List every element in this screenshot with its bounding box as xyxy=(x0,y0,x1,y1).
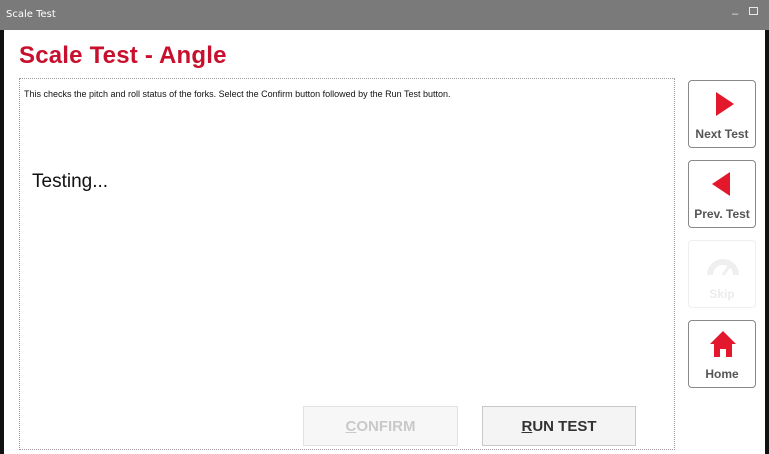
confirm-button[interactable]: CONFIRM xyxy=(303,406,458,446)
window-frame-left xyxy=(0,30,4,454)
window-frame-right xyxy=(765,30,769,454)
skip-button[interactable]: Skip xyxy=(688,240,756,308)
page-title: Scale Test - Angle xyxy=(19,42,227,69)
prev-test-button[interactable]: Prev. Test xyxy=(688,160,756,228)
prev-test-label: Prev. Test xyxy=(694,207,750,221)
window-title: Scale Test xyxy=(6,9,56,20)
status-text: Testing... xyxy=(32,171,109,192)
play-left-icon xyxy=(689,169,757,199)
gauge-icon xyxy=(689,249,757,279)
minimize-button[interactable]: – xyxy=(732,8,738,20)
home-icon xyxy=(689,329,757,359)
maximize-button[interactable] xyxy=(749,7,758,15)
skip-label: Skip xyxy=(709,287,735,301)
title-bar: Scale Test – xyxy=(0,0,769,30)
test-panel: This checks the pitch and roll status of… xyxy=(19,78,675,450)
home-label: Home xyxy=(705,367,739,381)
next-test-label: Next Test xyxy=(695,127,749,141)
play-right-icon xyxy=(689,89,757,119)
next-test-button[interactable]: Next Test xyxy=(688,80,756,148)
instructions-text: This checks the pitch and roll status of… xyxy=(24,89,451,99)
run-test-button[interactable]: RUN TEST xyxy=(482,406,636,446)
home-button[interactable]: Home xyxy=(688,320,756,388)
